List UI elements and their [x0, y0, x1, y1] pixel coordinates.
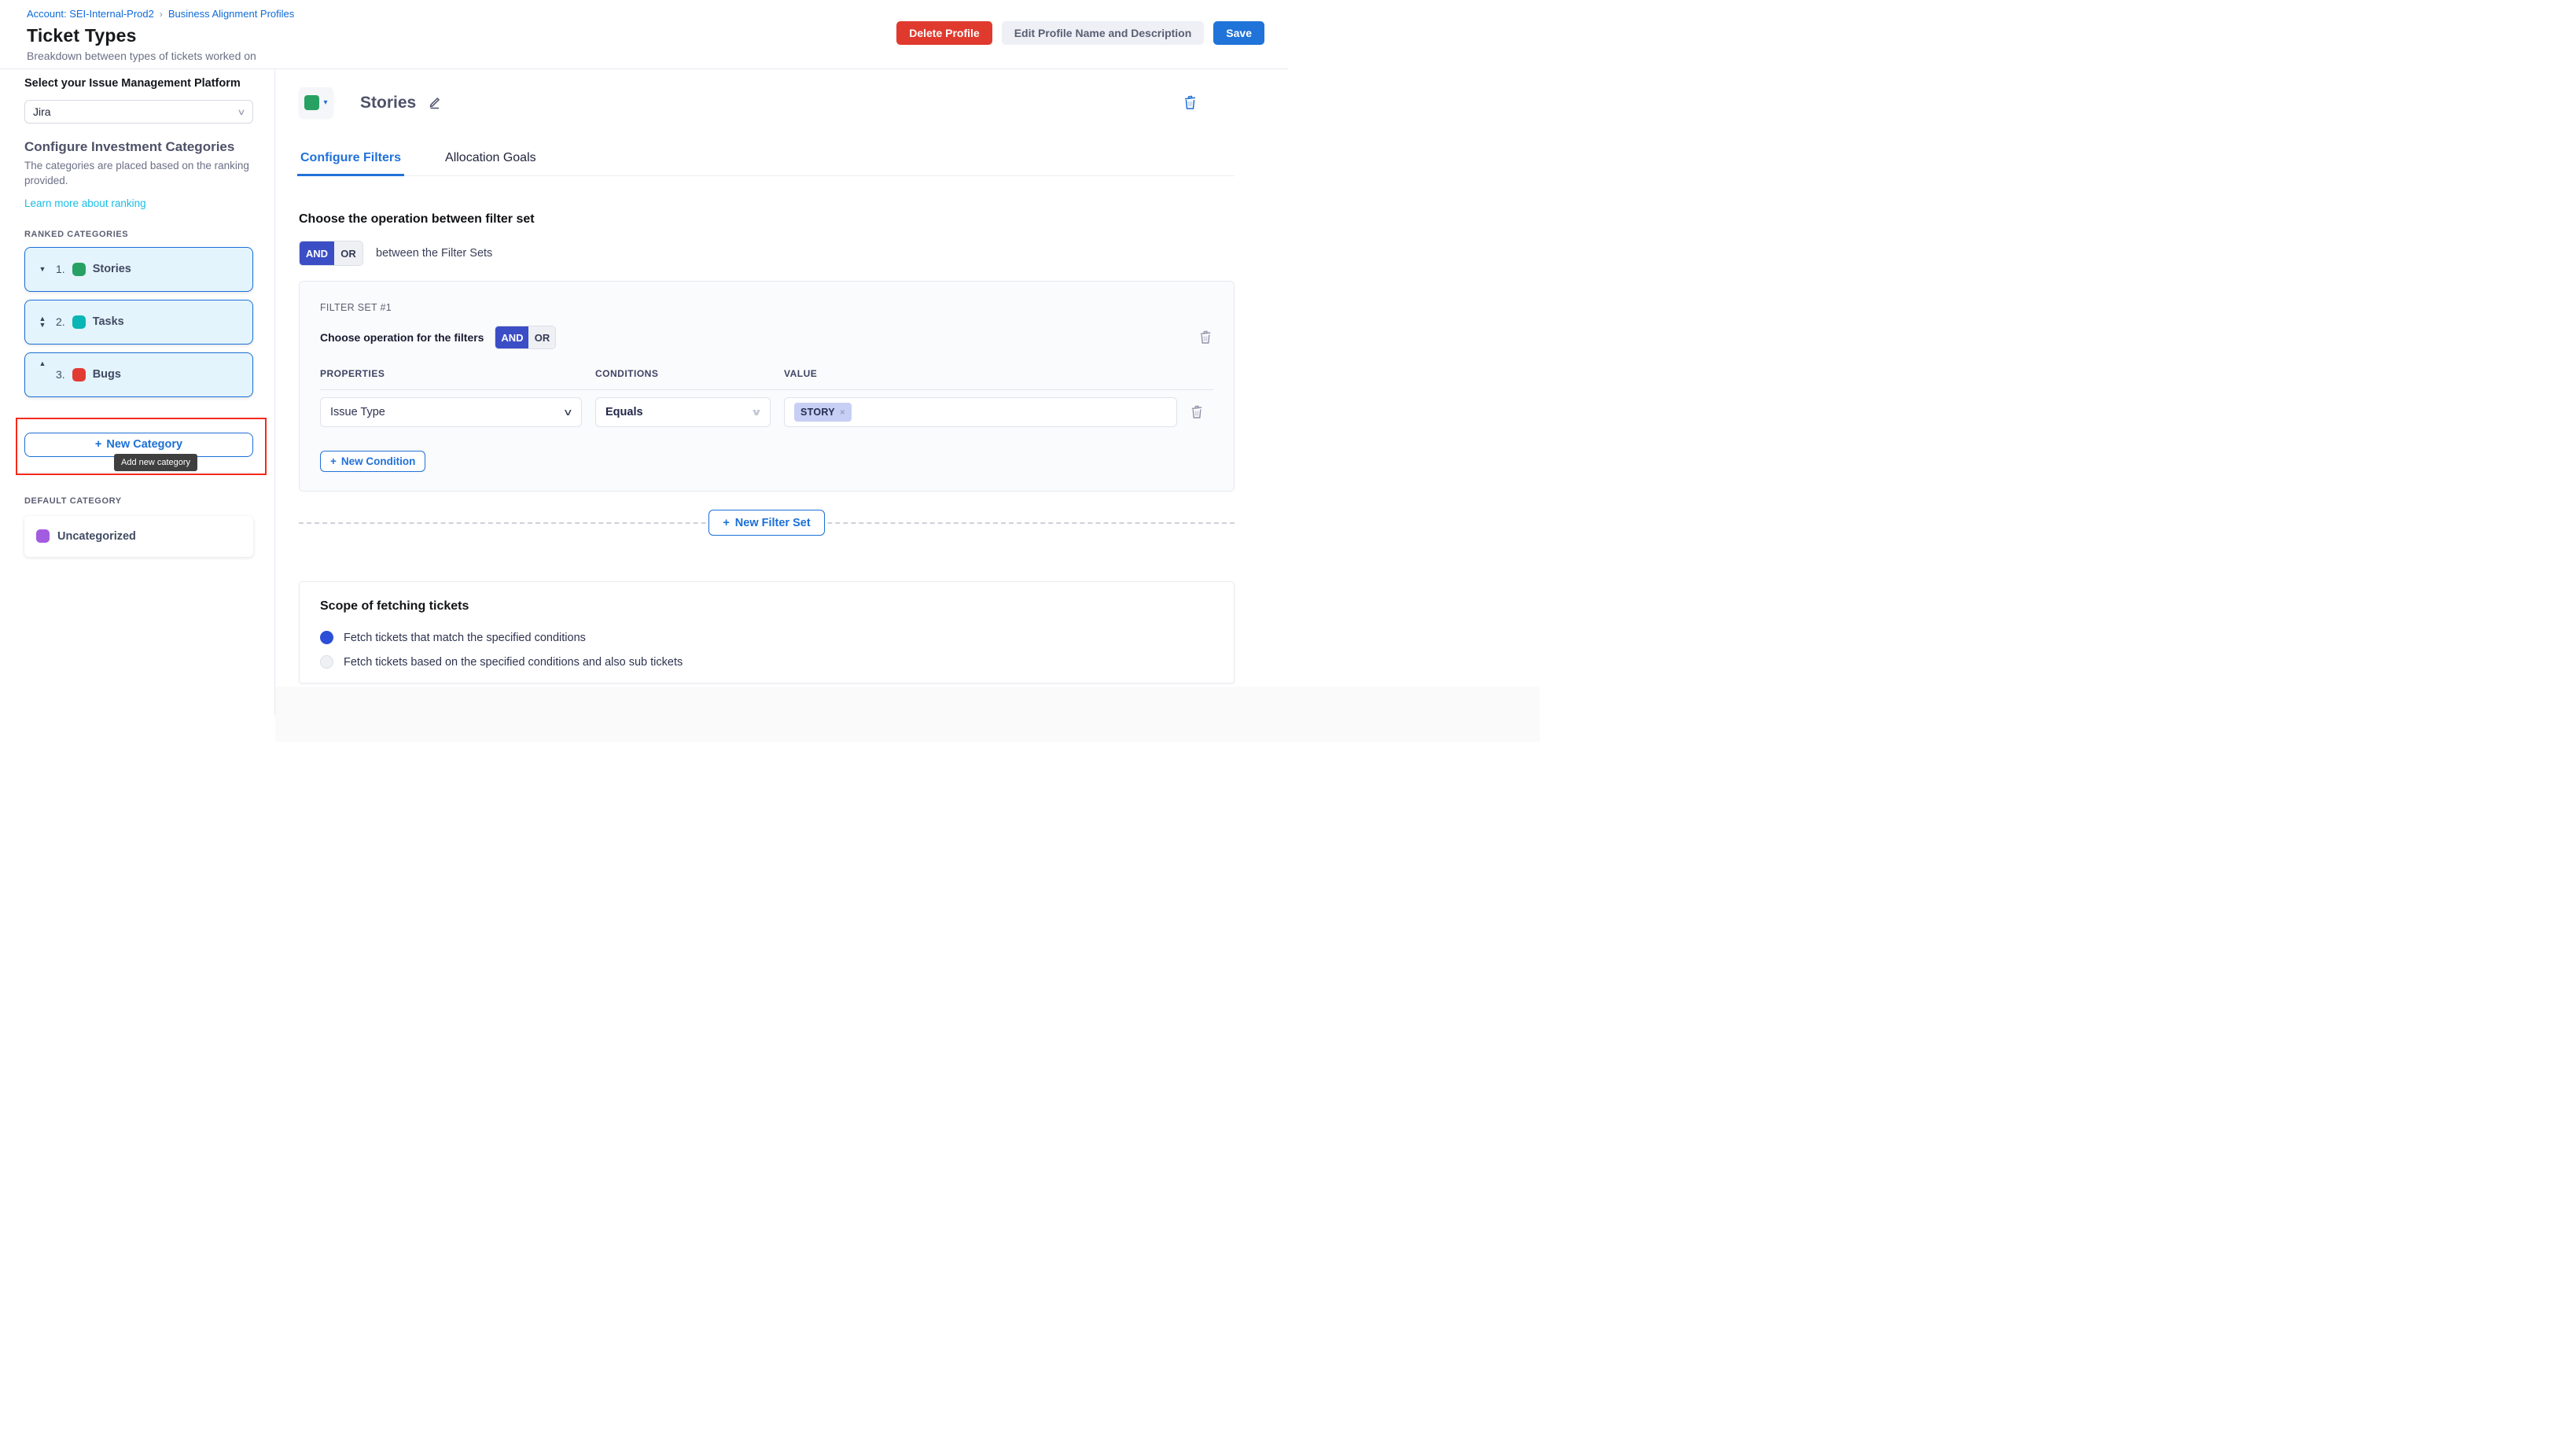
caret-down-icon: ▾ — [323, 98, 327, 107]
breadcrumb-separator-icon: › — [160, 9, 163, 20]
platform-select[interactable]: Jira ∨ — [24, 100, 253, 123]
chevron-down-icon: ∨ — [563, 407, 573, 418]
filters-operation-label: Choose operation for the filters — [320, 331, 484, 344]
selected-color-swatch — [304, 95, 319, 110]
filter-set-name: FILTER SET #1 — [320, 302, 1213, 313]
category-rank: 3. — [56, 368, 65, 381]
category-card-stories[interactable]: ▼ 1. Stories — [24, 247, 253, 292]
delete-profile-button[interactable]: Delete Profile — [896, 21, 992, 45]
radio-checked-icon[interactable] — [320, 631, 333, 644]
category-title: Stories — [360, 94, 416, 112]
category-color-dropdown[interactable]: ▾ — [299, 87, 333, 118]
toggle-caption: between the Filter Sets — [376, 247, 492, 260]
category-label: Uncategorized — [57, 530, 136, 543]
category-color-swatch — [72, 263, 86, 276]
bottom-spacer — [275, 687, 1540, 742]
remove-chip-icon[interactable]: × — [840, 407, 845, 418]
filterset-and-or-toggle[interactable]: AND OR — [299, 241, 363, 266]
and-segment[interactable]: AND — [300, 241, 334, 265]
scope-card: Scope of fetching tickets Fetch tickets … — [299, 581, 1235, 684]
sidebar: Select your Issue Management Platform Ji… — [0, 69, 275, 715]
column-divider — [320, 389, 1213, 390]
value-chip[interactable]: STORY × — [794, 403, 852, 422]
category-label: Bugs — [93, 368, 121, 381]
and-segment[interactable]: AND — [495, 326, 528, 348]
scope-title: Scope of fetching tickets — [320, 599, 1213, 614]
move-up-down-icon[interactable]: ▲▼ — [36, 315, 49, 328]
category-color-swatch — [72, 368, 86, 381]
breadcrumb-page-link[interactable]: Business Alignment Profiles — [168, 8, 294, 20]
save-button[interactable]: Save — [1213, 21, 1264, 45]
column-properties: PROPERTIES — [320, 368, 582, 379]
platform-select-label: Select your Issue Management Platform — [24, 77, 253, 90]
column-conditions: CONDITIONS — [595, 368, 771, 379]
category-label: Tasks — [93, 315, 124, 328]
scope-option-label: Fetch tickets that match the specified c… — [344, 632, 586, 644]
learn-more-ranking-link[interactable]: Learn more about ranking — [24, 197, 146, 209]
chevron-down-icon: ∨ — [237, 107, 245, 117]
category-label: Stories — [93, 263, 131, 275]
property-select[interactable]: Issue Type ∨ — [320, 397, 582, 427]
scope-option-sub-tickets[interactable]: Fetch tickets based on the specified con… — [320, 655, 1213, 669]
filters-and-or-toggle[interactable]: AND OR — [495, 326, 556, 349]
page-header: Account: SEI-Internal-Prod2 › Business A… — [0, 0, 1288, 69]
category-rank: 1. — [56, 263, 65, 275]
default-category-header: DEFAULT CATEGORY — [24, 496, 253, 506]
new-filter-set-button[interactable]: + New Filter Set — [708, 510, 824, 536]
header-actions: Delete Profile Edit Profile Name and Des… — [896, 21, 1264, 45]
page-subtitle: Breakdown between types of tickets worke… — [27, 50, 1264, 62]
tab-configure-filters[interactable]: Configure Filters — [299, 142, 403, 175]
edit-profile-button[interactable]: Edit Profile Name and Description — [1002, 21, 1205, 45]
condition-select-value: Equals — [605, 406, 643, 418]
add-new-category-tooltip: Add new category — [114, 454, 197, 471]
or-segment[interactable]: OR — [528, 326, 555, 348]
breadcrumb-account-link[interactable]: Account: SEI-Internal-Prod2 — [27, 8, 154, 20]
scope-option-match[interactable]: Fetch tickets that match the specified c… — [320, 631, 1213, 644]
platform-select-value: Jira — [33, 105, 51, 118]
plus-icon: + — [330, 455, 337, 467]
breadcrumb: Account: SEI-Internal-Prod2 › Business A… — [27, 8, 1264, 20]
condition-row: Issue Type ∨ Equals ∨ STORY × — [320, 397, 1213, 427]
category-card-bugs[interactable]: ▲ 3. Bugs — [24, 352, 253, 397]
move-down-icon[interactable]: ▼ — [36, 266, 49, 272]
plus-icon: + — [95, 438, 101, 451]
category-color-swatch — [36, 529, 50, 543]
radio-unchecked-icon[interactable] — [320, 655, 333, 669]
column-value: VALUE — [784, 368, 1177, 379]
tab-allocation-goals[interactable]: Allocation Goals — [443, 142, 538, 175]
delete-filter-set-trash-icon[interactable] — [1199, 330, 1212, 345]
sidebar-divider — [24, 472, 253, 473]
delete-condition-trash-icon[interactable] — [1190, 405, 1203, 419]
tab-bar: Configure Filters Allocation Goals — [299, 142, 1235, 176]
main-panel: ▾ Stories Configure Filters Allocation G… — [275, 69, 1288, 715]
move-up-icon[interactable]: ▲ — [36, 360, 49, 367]
delete-category-trash-icon[interactable] — [1183, 95, 1197, 110]
chevron-down-icon: ∨ — [751, 407, 763, 418]
condition-select[interactable]: Equals ∨ — [595, 397, 771, 427]
category-color-swatch — [72, 315, 86, 329]
scope-option-label: Fetch tickets based on the specified con… — [344, 656, 683, 669]
property-select-value: Issue Type — [330, 406, 385, 418]
filter-set-card: FILTER SET #1 Choose operation for the f… — [299, 281, 1235, 492]
new-condition-button[interactable]: + New Condition — [320, 451, 425, 472]
category-rank: 2. — [56, 315, 65, 328]
condition-column-headers: PROPERTIES CONDITIONS VALUE — [320, 368, 1213, 379]
new-filter-set-row: + New Filter Set — [299, 510, 1235, 536]
category-card-tasks[interactable]: ▲▼ 2. Tasks — [24, 300, 253, 345]
category-topbar: ▾ Stories — [299, 87, 1235, 118]
or-segment[interactable]: OR — [334, 241, 362, 265]
edit-category-name-icon[interactable] — [427, 95, 442, 110]
ranked-categories-header: RANKED CATEGORIES — [24, 230, 253, 239]
investment-categories-title: Configure Investment Categories — [24, 139, 253, 155]
investment-categories-description: The categories are placed based on the r… — [24, 159, 253, 189]
plus-icon: + — [723, 517, 729, 529]
value-multiselect[interactable]: STORY × — [784, 397, 1177, 427]
filterset-operation-heading: Choose the operation between filter set — [299, 212, 1235, 227]
default-category-card: Uncategorized — [24, 516, 253, 557]
